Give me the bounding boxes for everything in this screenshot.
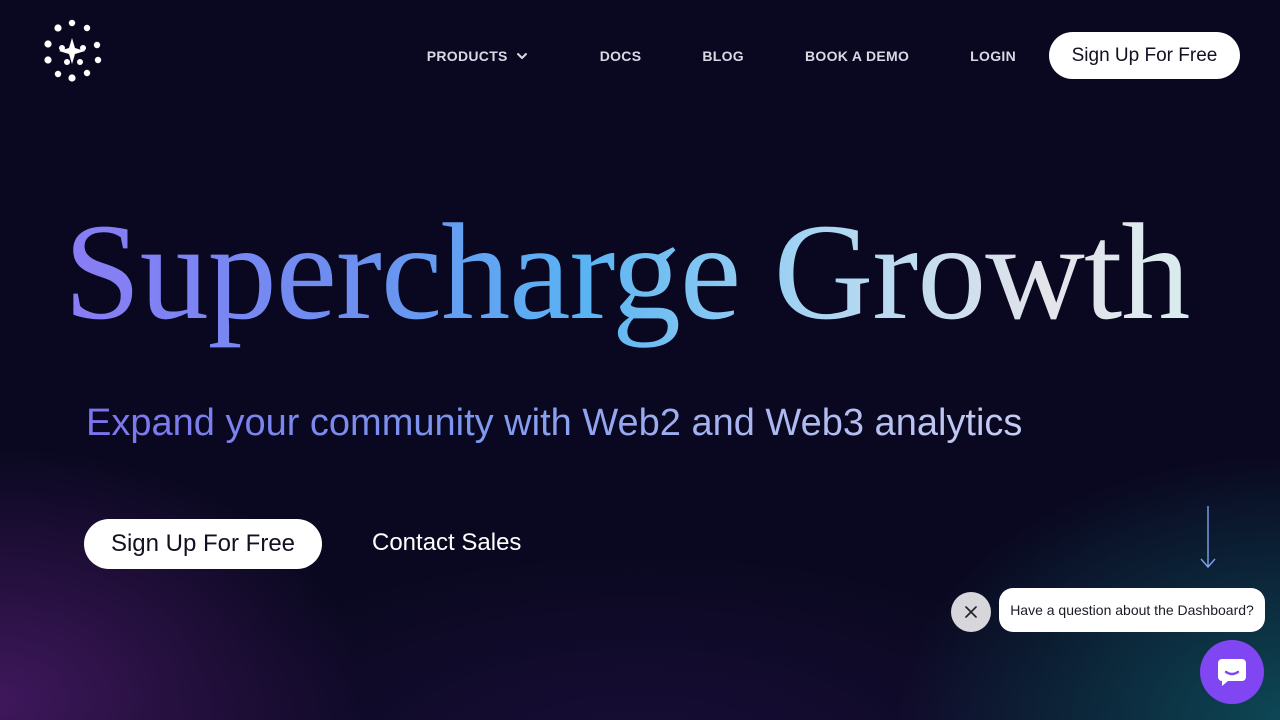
scroll-down-arrow-icon[interactable] xyxy=(1199,505,1217,569)
nav-blog[interactable]: BLOG xyxy=(702,48,744,64)
chat-prompt-bubble[interactable]: Have a question about the Dashboard? xyxy=(999,588,1265,632)
nav-docs[interactable]: DOCS xyxy=(600,48,642,64)
chat-dismiss-button[interactable] xyxy=(951,592,991,632)
chat-bubble-icon xyxy=(1218,659,1246,686)
nav-products-label: PRODUCTS xyxy=(426,47,508,64)
chat-launcher-button[interactable] xyxy=(1200,640,1264,704)
nav-login[interactable]: LOGIN xyxy=(970,48,1016,64)
hero-title: Supercharge Growth xyxy=(64,196,1224,348)
close-icon xyxy=(965,606,977,618)
contact-sales-link[interactable]: Contact Sales xyxy=(372,529,521,557)
main-nav: PRODUCTS DOCS BLOG BOOK A DEMO LOGIN Sig… xyxy=(427,32,1240,79)
header-signup-button[interactable]: Sign Up For Free xyxy=(1049,32,1240,79)
brand-logo[interactable] xyxy=(40,18,104,82)
chevron-down-icon xyxy=(516,52,527,59)
hero-signup-button[interactable]: Sign Up For Free xyxy=(84,519,322,569)
nav-book-demo[interactable]: BOOK A DEMO xyxy=(805,48,909,64)
hero-subtitle: Expand your community with Web2 and Web3… xyxy=(86,402,1023,444)
nav-products[interactable]: PRODUCTS xyxy=(427,48,528,64)
dotted-sparkle-logo-icon xyxy=(44,19,102,82)
